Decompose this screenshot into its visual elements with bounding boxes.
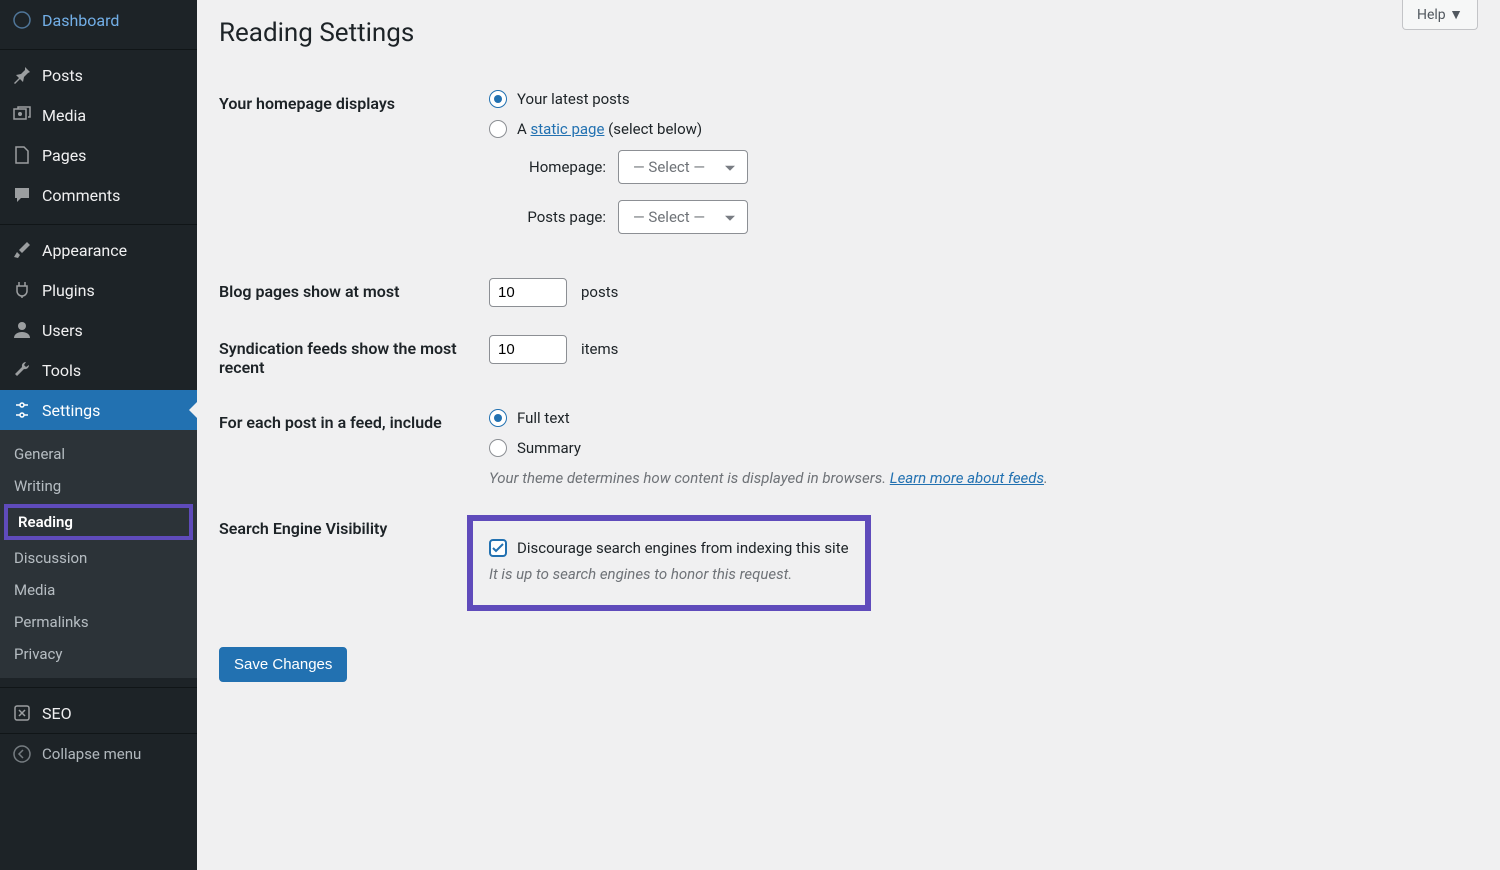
main-content: Help ▼ Reading Settings Your homepage di…	[197, 0, 1500, 870]
sidebar-item-appearance[interactable]: Appearance	[0, 230, 197, 270]
blog-pages-unit: posts	[581, 283, 618, 301]
sidebar-item-label: Media	[42, 106, 86, 125]
submenu-item-general[interactable]: General	[0, 438, 197, 470]
sidebar-item-label: Pages	[42, 146, 86, 165]
save-button[interactable]: Save Changes	[219, 647, 347, 682]
page-title: Reading Settings	[219, 0, 1478, 76]
sidebar-item-users[interactable]: Users	[0, 310, 197, 350]
page-icon	[12, 145, 32, 165]
sidebar-separator	[0, 45, 197, 50]
radio-static-page-label: A static page (select below)	[517, 120, 702, 138]
sidebar-item-pages[interactable]: Pages	[0, 135, 197, 175]
settings-icon	[12, 400, 32, 420]
sidebar-item-posts[interactable]: Posts	[0, 55, 197, 95]
settings-form: Your homepage displays Your latest posts…	[219, 76, 1478, 625]
radio-summary-label: Summary	[517, 439, 581, 457]
collapse-menu[interactable]: Collapse menu	[0, 733, 197, 774]
syndication-input[interactable]	[489, 335, 567, 364]
sidebar-item-label: Appearance	[42, 241, 127, 260]
media-icon	[12, 105, 32, 125]
user-icon	[12, 320, 32, 340]
brush-icon	[12, 240, 32, 260]
posts-page-select-label: Posts page:	[511, 208, 606, 226]
sidebar-item-dashboard[interactable]: Dashboard	[0, 0, 197, 40]
collapse-icon	[12, 744, 32, 764]
blog-pages-input[interactable]	[489, 278, 567, 307]
submenu-item-media[interactable]: Media	[0, 574, 197, 606]
submenu-item-privacy[interactable]: Privacy	[0, 638, 197, 670]
radio-latest-posts[interactable]	[489, 90, 507, 108]
submenu-item-permalinks[interactable]: Permalinks	[0, 606, 197, 638]
homepage-select-label: Homepage:	[511, 158, 606, 176]
sidebar-item-comments[interactable]: Comments	[0, 175, 197, 215]
pin-icon	[12, 65, 32, 85]
submenu-item-discussion[interactable]: Discussion	[0, 542, 197, 574]
feed-include-label: For each post in a feed, include	[219, 395, 479, 501]
sidebar-item-media[interactable]: Media	[0, 95, 197, 135]
radio-full-text-label: Full text	[517, 409, 570, 427]
seo-icon	[12, 703, 32, 723]
visibility-highlight-box: Discourage search engines from indexing …	[467, 515, 871, 611]
discourage-indexing-checkbox[interactable]	[489, 539, 507, 557]
radio-full-text[interactable]	[489, 409, 507, 427]
submenu-item-reading[interactable]: Reading	[4, 504, 193, 540]
visibility-description: It is up to search engines to honor this…	[489, 565, 849, 583]
posts-page-select[interactable]: — Select —	[618, 200, 748, 234]
sidebar-item-seo[interactable]: SEO	[0, 693, 197, 733]
static-page-link[interactable]: static page	[531, 120, 605, 138]
blog-pages-label: Blog pages show at most	[219, 264, 479, 321]
radio-summary[interactable]	[489, 439, 507, 457]
help-tab[interactable]: Help ▼	[1402, 0, 1478, 30]
sidebar-item-label: Plugins	[42, 281, 95, 300]
admin-sidebar: Dashboard Posts Media Pages Comments App…	[0, 0, 197, 870]
syndication-label: Syndication feeds show the most recent	[219, 321, 479, 395]
collapse-label: Collapse menu	[42, 745, 141, 763]
plug-icon	[12, 280, 32, 300]
settings-submenu: General Writing Reading Discussion Media…	[0, 430, 197, 678]
comment-icon	[12, 185, 32, 205]
radio-latest-posts-label: Your latest posts	[517, 90, 630, 108]
sidebar-item-label: Tools	[42, 361, 81, 380]
dashboard-icon	[12, 10, 32, 30]
sidebar-item-label: Comments	[42, 186, 120, 205]
sidebar-item-label: Settings	[42, 401, 100, 420]
wrench-icon	[12, 360, 32, 380]
radio-static-page[interactable]	[489, 120, 507, 138]
sidebar-item-label: Dashboard	[42, 11, 119, 30]
sidebar-item-settings[interactable]: Settings	[0, 390, 197, 430]
learn-more-feeds-link[interactable]: Learn more about feeds	[890, 469, 1044, 487]
sidebar-item-plugins[interactable]: Plugins	[0, 270, 197, 310]
sidebar-item-label: Posts	[42, 66, 83, 85]
visibility-label: Search Engine Visibility	[219, 501, 479, 625]
discourage-indexing-label: Discourage search engines from indexing …	[517, 539, 849, 557]
homepage-displays-label: Your homepage displays	[219, 76, 479, 264]
homepage-select[interactable]: — Select —	[618, 150, 748, 184]
sidebar-item-tools[interactable]: Tools	[0, 350, 197, 390]
submenu-item-writing[interactable]: Writing	[0, 470, 197, 502]
sidebar-separator	[0, 220, 197, 225]
feed-description: Your theme determines how content is dis…	[489, 469, 1468, 487]
syndication-unit: items	[581, 340, 618, 358]
sidebar-item-label: Users	[42, 321, 83, 340]
sidebar-item-label: SEO	[42, 704, 72, 723]
sidebar-separator	[0, 683, 197, 688]
